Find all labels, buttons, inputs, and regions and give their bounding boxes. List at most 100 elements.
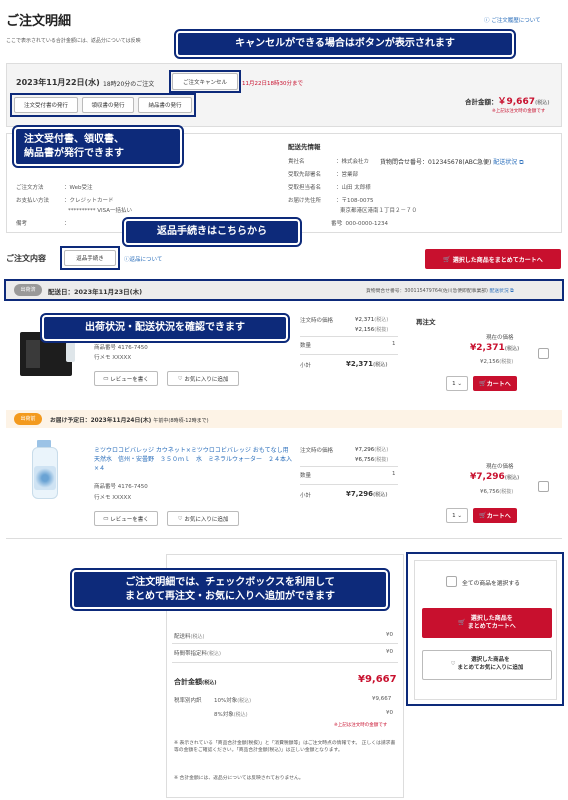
chat-icon: ▭ (103, 515, 111, 522)
contents-heading: ご注文内容 (6, 254, 46, 263)
tax8-label: 8%対象(税込) (214, 712, 248, 718)
item-checkbox[interactable] (538, 348, 549, 359)
page-title: ご注文明細 (6, 14, 72, 29)
add-to-cart-button[interactable]: 🛒 カートへ (473, 376, 517, 391)
cart-icon: 🛒 (479, 512, 487, 519)
callout-shipping: 出荷状況・配送状況を確認できます (40, 313, 290, 343)
divider (300, 336, 398, 337)
bulk-cart-button[interactable]: 🛒 選択した商品をまとめてカートへ (425, 249, 561, 269)
reorder-heading: 再注文 (416, 318, 436, 326)
bulk-add-to-cart-button[interactable]: 🛒 選択した商品を まとめてカートへ (422, 608, 552, 638)
chevron-down-icon: ⌄ (457, 380, 462, 387)
chevron-down-icon: ⌄ (457, 512, 462, 519)
delivery-value: ：株式会社カ (336, 159, 370, 165)
current-price-excl: ¥2,156(税抜) (480, 359, 514, 365)
subtotal-value: ¥7,296(税込) (346, 490, 388, 498)
summary-note: ※上記は注文時の金額です (334, 723, 388, 728)
qty-select[interactable]: 1 ⌄ (446, 508, 468, 523)
product-code: 商品番号 4176-7450 (94, 345, 148, 351)
subtotal-label: 小計 (300, 493, 312, 499)
price-incl: ¥2,371(税込) (355, 317, 389, 323)
price-incl: ¥7,296(税込) (355, 447, 389, 453)
tracking-link[interactable]: 配送状況 (493, 159, 517, 166)
info-value: ********** VISA一括払い (68, 208, 132, 214)
chat-icon: ▭ (103, 375, 111, 382)
info-value: ： (64, 221, 70, 227)
current-price-excl: ¥6,756(税抜) (480, 489, 514, 495)
callout-documents: 注文受付書、領収書、 納品書が発行できます (12, 125, 184, 168)
heart-icon: ♡ (450, 661, 458, 668)
cancel-highlight (169, 70, 241, 93)
shipment-date: お届け予定日：2023年11月24日(木) 午前中(8時頃-12時まで) (50, 418, 209, 424)
qty-label: 数量 (300, 473, 312, 479)
price-label: 注文時の価格 (300, 448, 334, 454)
divider (300, 354, 398, 355)
summary-total-label: 合計金額(税込) (174, 678, 217, 686)
delivery-label: 受取担当者名 (288, 185, 322, 191)
qty-label: 数量 (300, 343, 312, 349)
delivery-value: ：営業部 (336, 172, 359, 178)
heart-icon: ♡ (177, 375, 185, 382)
summary-label: 配送料(税込) (174, 634, 205, 640)
delivery-value: ：山田 太郎様 (336, 185, 371, 191)
price-excl: ¥2,156(税抜) (355, 327, 389, 333)
summary-label: 時間帯指定料(税込) (174, 651, 221, 657)
product-memo: 行メモ XXXXX (94, 355, 132, 361)
history-link[interactable]: ⓘ ご注文履歴について (484, 16, 541, 24)
divider (300, 466, 398, 467)
callout-cancel: キャンセルができる場合はボタンが表示されます (174, 29, 516, 59)
favorite-button[interactable]: ♡ お気に入りに追加 (167, 371, 239, 386)
heart-icon: ♡ (177, 515, 185, 522)
current-price: ¥2,371(税込) (470, 343, 520, 353)
price-label: 注文時の価格 (300, 318, 334, 324)
qty-select[interactable]: 1 ⌄ (446, 376, 468, 391)
external-link-icon: ⧉ (508, 289, 514, 294)
delivery-label: お届け先住所 (288, 198, 322, 204)
cart-icon: 🛒 (458, 618, 468, 626)
delivery-value: 東京都港区港南１丁目２－７０ (340, 208, 418, 214)
tax10-label: 10%対象(税込) (214, 698, 252, 704)
doc-buttons-highlight (10, 93, 196, 117)
callout-checkbox: ご注文明細では、チェックボックスを利用して まとめて再注文・お気に入りへ追加がで… (70, 568, 390, 611)
summary-value: ¥0 (386, 632, 393, 638)
product-name-link[interactable]: ミツウロコビバレッジ カウネット×ミツウロコビバレッジ おもてなし用天然水 信州… (94, 446, 294, 473)
cancel-deadline: 11月22日18時30分まで (242, 81, 303, 87)
summary-value: ¥0 (386, 649, 393, 655)
cart-icon: 🛒 (443, 255, 453, 263)
delivery-label: 受取先部署名 (288, 172, 322, 178)
qty-value: 1 (392, 471, 396, 477)
subtotal-label: 小計 (300, 363, 312, 369)
favorite-button[interactable]: ♡ お気に入りに追加 (167, 511, 239, 526)
info-label: 備考 (16, 221, 28, 227)
product-image[interactable] (28, 440, 64, 502)
callout-returns: 返品手続きはこちらから (122, 217, 302, 247)
order-time: 18時20分のご注文 (103, 81, 155, 88)
tax10-value: ¥9,667 (372, 696, 392, 702)
select-all-label[interactable]: 全ての商品を選択する (462, 578, 520, 587)
review-button[interactable]: ▭ レビューを書く (94, 511, 158, 526)
qty-value: 1 (392, 341, 396, 347)
current-price-label: 現在の価格 (486, 464, 514, 470)
item-checkbox[interactable] (538, 481, 549, 492)
tax-breakdown-label: 税率別内訳 (174, 698, 202, 704)
current-price-label: 現在の価格 (486, 335, 514, 341)
delivery-heading: 配送先情報 (288, 143, 321, 151)
info-value: ：Web受注 (64, 185, 93, 191)
cart-icon: 🛒 (479, 380, 487, 387)
tracking-link[interactable]: 配送状況 (489, 289, 508, 294)
delivery-value: ：〒108-0075 (336, 198, 374, 204)
info-icon: ⓘ (484, 18, 490, 24)
select-all-checkbox[interactable] (446, 576, 457, 587)
external-link-icon: ⧉ (517, 159, 524, 166)
bulk-add-to-favorites-button[interactable]: ♡ 選択した商品を まとめてお気に入りに追加 (422, 650, 552, 680)
divider (300, 484, 398, 485)
review-button[interactable]: ▭ レビューを書く (94, 371, 158, 386)
add-to-cart-button[interactable]: 🛒 カートへ (473, 508, 517, 523)
status-badge: 出荷済 (14, 284, 42, 296)
return-highlight (60, 246, 120, 270)
return-link[interactable]: ⓘ返品について (124, 255, 162, 263)
divider (172, 643, 398, 644)
product-memo: 行メモ XXXXX (94, 495, 132, 501)
status-badge: 出荷前 (14, 413, 42, 425)
delivery-value: ：000-0000-1234 (340, 221, 388, 227)
